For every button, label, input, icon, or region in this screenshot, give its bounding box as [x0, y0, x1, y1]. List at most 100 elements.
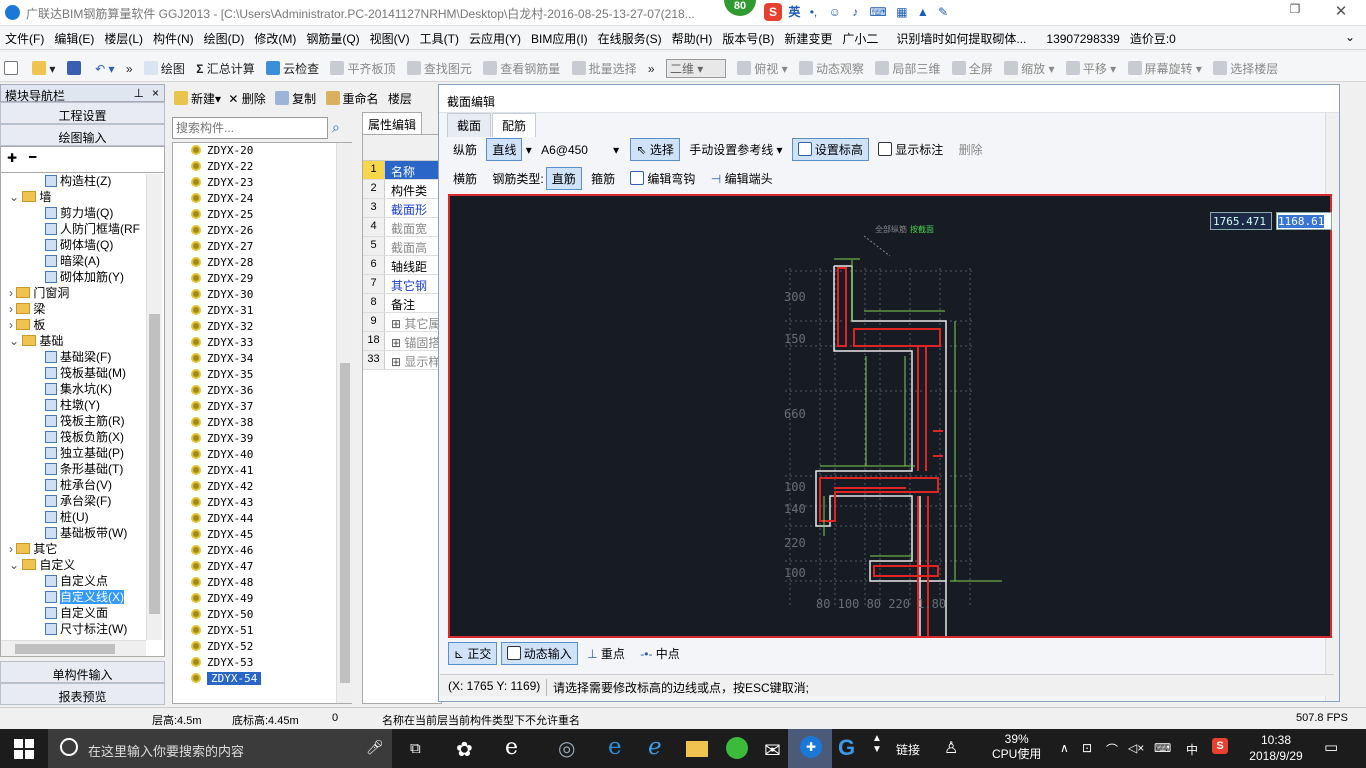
rename-component-button[interactable]: 重命名 [325, 91, 379, 106]
volume-icon[interactable]: ◁× [1128, 741, 1144, 755]
expand-all-icon[interactable]: ✚ [7, 151, 17, 165]
rebar-spec-select[interactable]: A6@450 ▾ [541, 143, 619, 157]
tree-hscrollbar[interactable] [1, 640, 146, 656]
menu-item-5[interactable]: 修改(M) [249, 26, 301, 50]
midpoint-snap-button[interactable]: -•- 中点 [634, 642, 686, 665]
summary-calc-button[interactable]: Σ 汇总计算 [192, 53, 259, 83]
expand-icon[interactable]: ⊞ [391, 355, 404, 369]
component-list-item[interactable]: ZDYX-41 [173, 463, 351, 479]
tree-item[interactable]: 自定义面 [1, 605, 164, 621]
component-scroll-thumb[interactable] [340, 363, 350, 683]
tree-item[interactable]: 筏板负筋(X) [1, 429, 164, 445]
component-list-item[interactable]: ZDYX-40 [173, 447, 351, 463]
collapse-icon[interactable]: ⌄ [9, 558, 22, 572]
expand-icon[interactable]: › [9, 286, 16, 300]
restore-button[interactable]: ❐ [1282, 2, 1308, 22]
component-list-item[interactable]: ZDYX-26 [173, 223, 351, 239]
edit-hook-button[interactable]: 编辑弯钩 [624, 167, 701, 190]
menu-item-6[interactable]: 钢筋量(Q) [301, 26, 364, 50]
toolbar-more2-icon[interactable]: » [644, 55, 659, 85]
align-slab-top-button[interactable]: 平齐板顶 [326, 53, 399, 83]
component-list-item[interactable]: ZDYX-52 [173, 639, 351, 655]
link-tray-icon[interactable]: ⌒ [1106, 741, 1118, 758]
ime-emoji-icon[interactable]: ☺ [829, 5, 841, 19]
tree-item[interactable]: 尺寸标注(W) [1, 621, 164, 637]
tree-item[interactable]: 砌体墙(Q) [1, 237, 164, 253]
component-list-item[interactable]: ZDYX-44 [173, 511, 351, 527]
component-list-item[interactable]: ZDYX-32 [173, 319, 351, 335]
tree-item[interactable]: 自定义点 [1, 573, 164, 589]
manual-reference-line-button[interactable]: 手动设置参考线 ▾ [683, 138, 788, 161]
menu-item-13[interactable]: 版本号(B) [717, 26, 779, 50]
component-list-item[interactable]: ZDYX-37 [173, 399, 351, 415]
menu-item-2[interactable]: 楼层(L) [99, 26, 148, 50]
tree-item[interactable]: 柱墩(Y) [1, 397, 164, 413]
taskbar-search-box[interactable]: 在这里输入你要搜索的内容 🎤︎ [48, 729, 392, 768]
dynamic-input-button[interactable]: 动态输入 [500, 642, 578, 665]
tree-folder[interactable]: › 梁 [1, 301, 164, 317]
component-list-item[interactable]: ZDYX-28 [173, 255, 351, 271]
component-list-item[interactable]: ZDYX-48 [173, 575, 351, 591]
open-folder-icon[interactable]: ▾ [28, 54, 59, 84]
menu-item-14[interactable]: 新建变更 [779, 26, 837, 50]
task-view-icon[interactable]: ⧉ [396, 729, 440, 768]
menu-item-1[interactable]: 编辑(E) [49, 26, 99, 50]
drawing-input-button[interactable]: 绘图输入 [0, 124, 165, 146]
component-list-item[interactable]: ZDYX-27 [173, 239, 351, 255]
property-row[interactable]: 1 名称 [363, 161, 441, 180]
tree-item[interactable]: 桩(U) [1, 509, 164, 525]
expand-icon[interactable]: › [9, 542, 16, 556]
component-list-item[interactable]: ZDYX-53 [173, 655, 351, 671]
component-list-item[interactable]: ZDYX-24 [173, 191, 351, 207]
ime-keyboard-icon[interactable]: ⌨ [870, 5, 887, 19]
new-file-icon[interactable] [0, 54, 25, 84]
file-explorer-icon[interactable] [676, 729, 720, 768]
tree-folder[interactable]: › 其它 [1, 541, 164, 557]
component-list-item[interactable]: ZDYX-29 [173, 271, 351, 287]
coord-y-input[interactable]: 1168.61 [1276, 212, 1332, 230]
component-list-scrollbar[interactable] [336, 143, 352, 703]
fan-app-icon[interactable]: ✿ [444, 729, 488, 768]
report-preview-button[interactable]: 报表预览 [0, 683, 165, 705]
ime-skin-icon[interactable]: ▦ [896, 5, 907, 19]
find-element-button[interactable]: 查找图元 [403, 53, 476, 83]
tree-scroll-thumb[interactable] [149, 314, 160, 614]
tree-item[interactable]: 人防门框墙(RF [1, 221, 164, 237]
tree-hscroll-thumb[interactable] [15, 644, 115, 654]
delete-component-button[interactable]: ✕ 删除 [228, 92, 265, 106]
property-row[interactable]: 9 ⊞ 其它属 [363, 313, 441, 332]
menu-item-9[interactable]: 云应用(Y) [464, 26, 526, 50]
property-row[interactable]: 3 截面形 [363, 199, 441, 218]
collapse-all-icon[interactable]: ━ [29, 150, 36, 164]
glodon-app-icon[interactable]: ✚ [788, 729, 832, 768]
pin-icon[interactable]: ⊥ [134, 86, 144, 100]
menu-expand-icon[interactable]: ⌄ [1340, 26, 1360, 50]
copy-component-button[interactable]: 复制 [275, 91, 316, 106]
menu-item-18[interactable]: 造价豆:0 [1125, 26, 1181, 50]
cloud-check-button[interactable]: 云检查 [262, 53, 323, 83]
tree-item[interactable]: 砌体加筋(Y) [1, 269, 164, 285]
menu-item-0[interactable]: 文件(F) [0, 26, 49, 50]
ime-shirt-icon[interactable]: ▲ [917, 5, 929, 19]
component-list-item[interactable]: ZDYX-31 [173, 303, 351, 319]
property-row[interactable]: 4 截面宽 [363, 218, 441, 237]
show-annotation-button[interactable]: 显示标注 [872, 138, 949, 161]
tree-item[interactable]: 独立基础(P) [1, 445, 164, 461]
network-icon[interactable]: ⊡ [1082, 741, 1092, 755]
tree-item[interactable]: 剪力墙(Q) [1, 205, 164, 221]
pan-button[interactable]: 平移 ▾ [1062, 53, 1120, 83]
tree-item[interactable]: 桩承台(V) [1, 477, 164, 493]
expand-icon[interactable]: › [9, 318, 16, 332]
single-component-input-button[interactable]: 单构件输入 [0, 661, 165, 683]
360-browser-icon[interactable] [716, 729, 760, 768]
menu-item-12[interactable]: 帮助(H) [667, 26, 718, 50]
ime-voice-icon[interactable]: ♪ [852, 5, 858, 19]
property-row[interactable]: 2 构件类 [363, 180, 441, 199]
select-floor-button[interactable]: 选择楼层 [1209, 53, 1282, 83]
app-swirl-icon[interactable]: ◎ [548, 729, 592, 768]
microphone-icon[interactable]: 🎤︎ [366, 739, 384, 756]
tree-folder[interactable]: › 板 [1, 317, 164, 333]
tree-folder[interactable]: › 门窗洞 [1, 285, 164, 301]
input-language[interactable]: 中 [1186, 741, 1198, 758]
ortho-button[interactable]: ⊾ 正交 [448, 642, 498, 665]
